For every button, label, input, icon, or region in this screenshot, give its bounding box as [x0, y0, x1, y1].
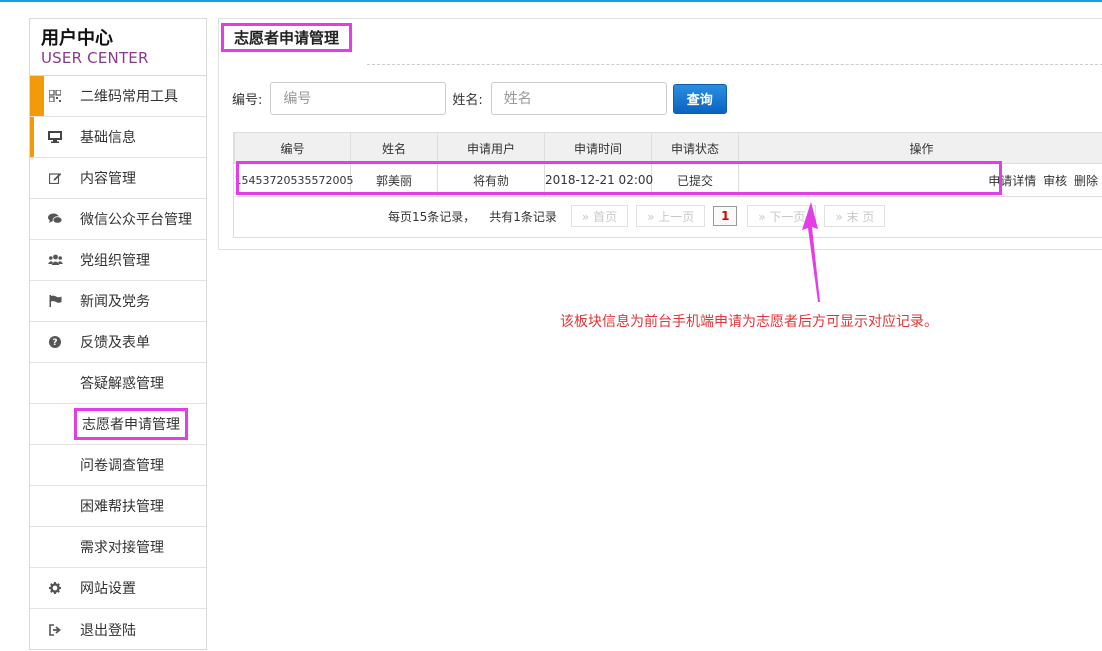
- sidebar-item-qa[interactable]: 答疑解惑管理: [30, 363, 206, 404]
- brand-title: 用户中心: [41, 28, 113, 49]
- sidebar-item-qrcode-tools[interactable]: 二维码常用工具: [30, 76, 206, 117]
- sidebar-item-label: 志愿者申请管理: [74, 408, 188, 440]
- sidebar-item-feedback[interactable]: ? 反馈及表单: [30, 322, 206, 363]
- page-title: 志愿者申请管理: [221, 23, 353, 52]
- users-icon: [30, 254, 80, 266]
- header-divider: [367, 64, 1102, 65]
- cell-status: 已提交: [651, 163, 739, 197]
- sidebar-item-label: 问卷调查管理: [80, 458, 164, 474]
- cell-actions: 申请详情 审核 删除: [738, 163, 1102, 197]
- total-text: 共有1条记录: [489, 209, 557, 224]
- sidebar: 用户中心 USER CENTER 二维码常用工具 基础信息 内容管理 微信公众平…: [29, 18, 207, 650]
- sidebar-item-party-org[interactable]: 党组织管理: [30, 240, 206, 281]
- sidebar-item-label: 基础信息: [80, 130, 136, 146]
- gear-icon: [30, 582, 80, 594]
- column-header: 申请状态: [651, 133, 739, 164]
- sidebar-item-label: 二维码常用工具: [80, 89, 178, 105]
- main-panel: 志愿者申请管理 编号: 姓名: 查询 编号 姓名 申请用户 申请时间 申请状态 …: [218, 18, 1102, 250]
- sidebar-item-label: 困难帮扶管理: [80, 499, 164, 515]
- column-header: 姓名: [350, 133, 438, 164]
- query-button[interactable]: 查询: [672, 83, 727, 114]
- table-header: 编号 姓名 申请用户 申请时间 申请状态 操作: [234, 133, 1102, 164]
- sidebar-item-settings[interactable]: 网站设置: [30, 568, 206, 609]
- table-row: 15453720535572005 郭美丽 将有勍 2018-12-21 02:…: [234, 163, 1102, 197]
- prev-page-button[interactable]: » 上一页: [636, 205, 706, 227]
- chat-icon: [30, 213, 80, 225]
- review-link[interactable]: 审核: [1043, 174, 1067, 188]
- sidebar-item-label: 退出登陆: [80, 622, 136, 639]
- per-page-text: 每页15条记录，: [388, 209, 476, 224]
- edit-icon: [30, 172, 80, 184]
- column-header: 申请用户: [437, 133, 545, 164]
- cell-id: 15453720535572005: [234, 163, 353, 197]
- name-label: 姓名:: [452, 93, 483, 108]
- annotation-note: 该板块信息为前台手机端申请为志愿者后方可显示对应记录。: [560, 314, 938, 330]
- sidebar-item-demand[interactable]: 需求对接管理: [30, 527, 206, 568]
- sidebar-item-logout[interactable]: 退出登陆: [30, 609, 206, 650]
- sidebar-item-content[interactable]: 内容管理: [30, 158, 206, 199]
- id-input[interactable]: [270, 82, 447, 115]
- logout-icon: [30, 623, 80, 636]
- cell-name: 郭美丽: [350, 163, 438, 197]
- sidebar-item-label: 微信公众平台管理: [80, 212, 192, 228]
- name-input[interactable]: [490, 82, 667, 115]
- brand-subtitle: USER CENTER: [41, 49, 149, 67]
- sidebar-item-label: 新闻及党务: [80, 294, 150, 310]
- sidebar-item-label: 内容管理: [80, 171, 136, 187]
- qrcode-icon: [30, 90, 80, 102]
- top-accent-line: [0, 0, 1102, 2]
- sidebar-item-label: 答疑解惑管理: [80, 376, 164, 392]
- cell-user: 将有勍: [437, 163, 545, 197]
- sidebar-item-survey[interactable]: 问卷调查管理: [30, 445, 206, 486]
- first-page-button[interactable]: » 首页: [570, 205, 629, 227]
- flag-icon: [30, 295, 80, 307]
- sidebar-item-basic-info[interactable]: 基础信息: [30, 117, 206, 158]
- records-table: 编号 姓名 申请用户 申请时间 申请状态 操作 1545372053557200…: [233, 132, 1102, 238]
- sidebar-item-news[interactable]: 新闻及党务: [30, 281, 206, 322]
- sidebar-item-hardship[interactable]: 困难帮扶管理: [30, 486, 206, 527]
- sidebar-item-label: 需求对接管理: [80, 540, 164, 556]
- detail-link[interactable]: 申请详情: [988, 174, 1036, 188]
- search-bar: 编号: 姓名: 查询: [232, 82, 727, 115]
- svg-text:?: ?: [52, 338, 57, 348]
- delete-link[interactable]: 删除: [1074, 174, 1098, 188]
- column-header: 申请时间: [544, 133, 652, 164]
- annotation-arrow: [802, 202, 820, 302]
- sidebar-item-wechat[interactable]: 微信公众平台管理: [30, 199, 206, 240]
- current-page[interactable]: 1: [713, 206, 738, 226]
- sidebar-item-volunteer[interactable]: 志愿者申请管理: [30, 404, 206, 445]
- sidebar-item-label: 网站设置: [80, 581, 136, 597]
- column-header: 操作: [738, 133, 1102, 164]
- column-header: 编号: [234, 133, 351, 164]
- id-label: 编号:: [232, 93, 263, 108]
- sidebar-item-label: 党组织管理: [80, 253, 150, 269]
- brand: 用户中心 USER CENTER: [30, 19, 206, 76]
- sidebar-item-label: 反馈及表单: [80, 335, 150, 351]
- question-icon: ?: [30, 336, 80, 348]
- cell-time: 2018-12-21 02:00: [544, 163, 653, 197]
- monitor-icon: [30, 131, 80, 143]
